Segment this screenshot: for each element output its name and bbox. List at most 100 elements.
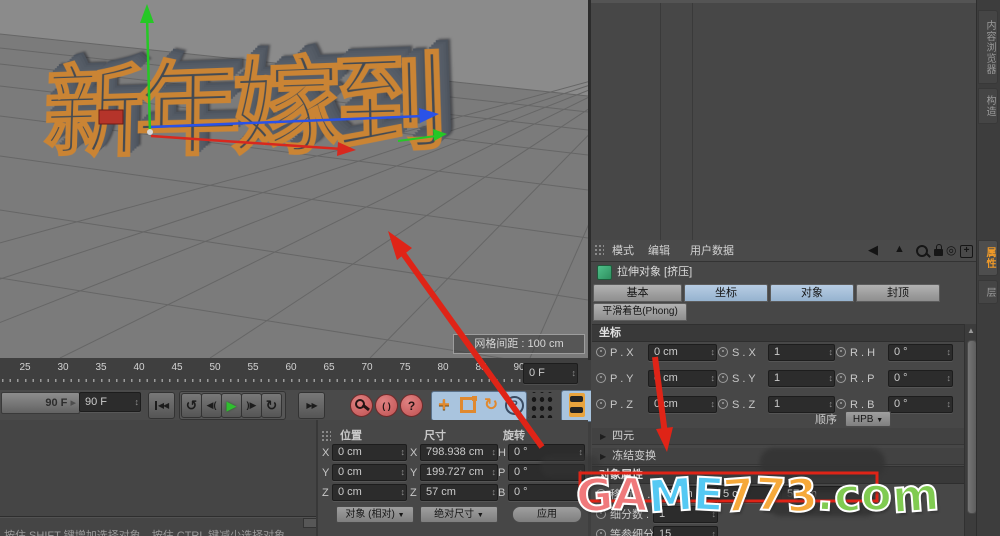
menu-user-data[interactable]: 用户数据 [690,243,734,259]
spinner-icon[interactable]: ↕ [712,527,717,536]
spinner-icon[interactable]: ↕ [829,397,834,412]
search-icon[interactable] [916,245,928,257]
spinner-icon[interactable]: ↕ [401,465,406,480]
goto-end-button[interactable]: ▶▶ [298,392,325,419]
sz-field[interactable]: 1 ↕ [768,396,835,413]
spinner-icon[interactable]: ↕ [711,397,716,412]
record-ring-icon[interactable] [596,399,606,409]
goto-start-button[interactable]: ◀◀ [148,392,175,419]
menu-mode[interactable]: 模式 [612,243,634,259]
watermark-letter: G [574,468,615,523]
size-mode-dropdown[interactable]: 绝对尺寸 ▼ [420,506,498,523]
spinner-icon[interactable]: ↕ [947,397,952,412]
tab-layers[interactable]: 层 [978,280,998,304]
record-ring-icon[interactable] [718,399,728,409]
tab-caps[interactable]: 封顶 [856,284,940,302]
px-field[interactable]: 0 cm ↕ [648,344,717,361]
size-x-field[interactable]: 798.938 cm ↕ [420,444,498,461]
spinner-icon[interactable]: ↕ [711,345,716,360]
spinner-icon[interactable]: ↕ [711,371,716,386]
end-frame-field[interactable]: 0 F ↕ [523,363,578,384]
record-keyframe-button[interactable] [350,394,373,417]
play-button[interactable]: ▶ [221,393,242,418]
lock-icon[interactable] [934,249,943,256]
spinner-icon[interactable]: ↕ [829,345,834,360]
order-dropdown[interactable]: HPB ▼ [845,411,891,427]
spinner-icon[interactable]: ↕ [401,485,406,500]
history-back-button[interactable]: ◀ [868,242,878,258]
record-ring-icon[interactable] [718,347,728,357]
record-position-toggle[interactable]: + [433,391,455,419]
tab-structure[interactable]: 构造 [978,88,998,124]
spinner-icon[interactable]: ↕ [401,445,406,460]
py-field[interactable]: 0 cm ↕ [648,370,717,387]
history-forward-button[interactable]: ▲ [894,243,905,255]
pos-x-field[interactable]: 0 cm ↕ [332,444,407,461]
record-scale-toggle[interactable] [457,391,479,419]
iso-subdivision-field[interactable]: 15 ↕ [653,526,718,536]
slider-nub-icon: ▸ [70,397,76,409]
size-z-field[interactable]: 57 cm ↕ [420,484,498,501]
spinner-icon[interactable]: ↕ [947,345,952,360]
size-x-label: X [410,445,417,461]
frame-slider[interactable]: 90 F ▸ [1,392,80,414]
record-pla-toggle[interactable] [528,392,554,418]
rh-field[interactable]: 0 ° ↕ [888,344,953,361]
spinner-icon[interactable]: ↕ [492,485,497,500]
rp-field[interactable]: 0 ° ↕ [888,370,953,387]
ruler-number: 60 [285,362,296,373]
object-manager-panel[interactable] [591,0,976,241]
rb-field[interactable]: 0 ° ↕ [888,396,953,413]
quaternion-section[interactable]: ▶ 四元 [592,428,964,445]
target-icon[interactable]: ◎ [946,243,956,257]
next-key-button[interactable]: )▶ [241,393,262,418]
rot-b-field[interactable]: 0 ° ↕ [508,484,585,501]
prev-key-button[interactable]: ◀( [201,393,222,418]
coord-mode-dropdown[interactable]: 对象 (相对) ▼ [336,506,414,523]
tab-object[interactable]: 对象 [770,284,854,302]
tab-basic[interactable]: 基本 [593,284,682,302]
pz-field[interactable]: 0 cm ↕ [648,396,717,413]
new-panel-icon[interactable]: + [960,245,973,258]
record-ring-icon[interactable] [596,529,606,536]
record-ring-icon[interactable] [836,373,846,383]
pos-z-field[interactable]: 0 cm ↕ [332,484,407,501]
spinner-icon[interactable]: ↕ [492,445,497,460]
attr-panel-grip[interactable] [594,244,604,257]
record-ring-icon[interactable] [836,347,846,357]
spinner-icon[interactable]: ↕ [135,393,140,411]
panel-grip[interactable] [321,430,331,443]
record-ring-icon[interactable] [596,347,606,357]
record-ring-icon[interactable] [836,399,846,409]
record-parameter-toggle[interactable]: P [503,391,525,419]
watermark-letter: m [890,467,940,523]
spinner-icon[interactable]: ↕ [829,371,834,386]
sy-field[interactable]: 1 ↕ [768,370,835,387]
record-ring-icon[interactable] [718,373,728,383]
keyframe-selection-button[interactable] [561,390,594,422]
size-y-field[interactable]: 199.727 cm ↕ [420,464,498,481]
rotation-header: 旋转 [503,428,525,444]
play-backward-button[interactable]: ↺ [181,393,202,418]
frame-spinner-field[interactable]: 90 F ↕ [79,392,141,412]
apply-button[interactable]: 应用 [512,506,582,523]
pos-y-field[interactable]: 0 cm ↕ [332,464,407,481]
keyframe-help-button[interactable]: ? [400,394,423,417]
coordinates-section-header[interactable]: 坐标 [592,324,971,342]
viewport-3d[interactable]: 新年嫁到 网格间距 : 100 cm [0,0,591,360]
timeline-ruler[interactable]: 25 30 35 40 45 50 55 60 65 70 75 80 85 90 [0,358,588,391]
spinner-icon[interactable]: ↕ [492,465,497,480]
spinner-icon[interactable]: ↕ [947,371,952,386]
tab-phong[interactable]: 平滑着色(Phong) [593,303,687,321]
tab-content-browser[interactable]: 内容浏览器 [978,10,998,84]
tab-attributes[interactable]: 属性 [978,240,998,276]
sx-field[interactable]: 1 ↕ [768,344,835,361]
spinner-icon[interactable]: ↕ [572,364,577,383]
axis-gizmo[interactable] [0,0,588,358]
record-rotation-toggle[interactable]: ↻ [480,391,502,419]
autokey-button[interactable]: ( ) [375,394,398,417]
menu-edit[interactable]: 编辑 [648,243,670,259]
tab-coordinates[interactable]: 坐标 [684,284,768,302]
loop-button[interactable]: ↻ [261,393,282,418]
record-ring-icon[interactable] [596,373,606,383]
